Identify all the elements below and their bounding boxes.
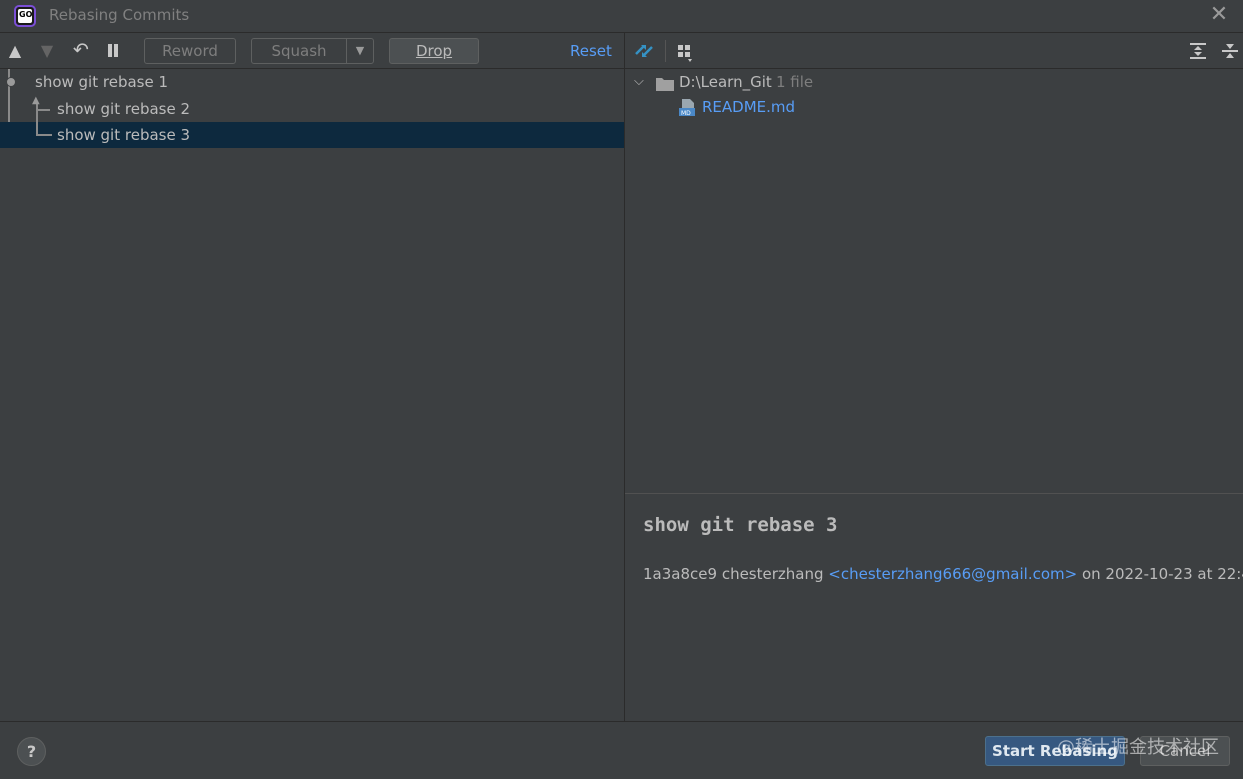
commit-email-link[interactable]: <chesterzhang666@gmail.com> bbox=[828, 565, 1077, 583]
chevron-down-icon[interactable]: ⌵ bbox=[634, 71, 644, 93]
commit-list: show git rebase 1 ▲ show git rebase 2 sh… bbox=[0, 69, 624, 721]
file-row[interactable]: MD README.md bbox=[679, 96, 979, 120]
folder-icon bbox=[656, 75, 674, 91]
svg-text:MD: MD bbox=[681, 110, 691, 117]
tree-root-row[interactable]: ⌵ D:\Learn_Git 1 file bbox=[634, 71, 1234, 95]
app-logo-icon: GO bbox=[14, 5, 36, 27]
watermark-text: @稀土掘金技术社区 bbox=[1057, 737, 1219, 758]
close-icon[interactable]: ✕ bbox=[1209, 4, 1229, 26]
expand-all-icon[interactable] bbox=[1188, 41, 1208, 61]
commit-row[interactable]: show git rebase 1 bbox=[0, 69, 624, 95]
markdown-file-icon: MD bbox=[679, 99, 697, 117]
move-up-icon[interactable]: ▲ bbox=[6, 41, 24, 61]
arrow-up-icon: ▲ bbox=[32, 95, 40, 106]
title-bar: GO Rebasing Commits ✕ bbox=[0, 0, 1243, 32]
squash-button[interactable]: Squash bbox=[252, 39, 346, 63]
commit-message-title: show git rebase 3 bbox=[643, 514, 838, 536]
squash-split-button[interactable]: Squash ▼ bbox=[251, 38, 374, 64]
pause-icon[interactable] bbox=[107, 43, 119, 59]
chevron-down-icon[interactable]: ▼ bbox=[352, 39, 368, 63]
commit-date: on 2022-10-23 at 22:48 bbox=[1081, 565, 1243, 583]
move-down-icon[interactable]: ▼ bbox=[38, 41, 56, 61]
commit-label: show git rebase 1 bbox=[35, 73, 169, 91]
undo-icon[interactable]: ↶ bbox=[71, 40, 91, 60]
commit-author: chesterzhang bbox=[721, 565, 824, 583]
commit-label: show git rebase 2 bbox=[57, 100, 191, 118]
root-path: D:\Learn_Git bbox=[679, 73, 772, 91]
commit-label: show git rebase 3 bbox=[57, 126, 191, 144]
reword-button[interactable]: Reword bbox=[144, 38, 236, 64]
compare-icon[interactable] bbox=[633, 40, 655, 62]
window-title: Rebasing Commits bbox=[49, 6, 190, 24]
commit-row[interactable]: show git rebase 3 bbox=[0, 122, 624, 148]
help-button[interactable]: ? bbox=[17, 737, 46, 766]
collapse-all-icon[interactable] bbox=[1220, 41, 1240, 61]
commit-meta: 1a3a8ce9 chesterzhang <chesterzhang666@g… bbox=[643, 565, 1243, 583]
file-count: 1 file bbox=[776, 73, 814, 91]
drop-button[interactable]: Drop bbox=[389, 38, 479, 64]
group-by-icon[interactable] bbox=[677, 43, 697, 63]
file-name: README.md bbox=[702, 98, 796, 116]
reset-link[interactable]: Reset bbox=[570, 42, 612, 60]
commit-row[interactable]: ▲ show git rebase 2 bbox=[0, 95, 624, 134]
commit-hash: 1a3a8ce9 bbox=[643, 565, 718, 583]
